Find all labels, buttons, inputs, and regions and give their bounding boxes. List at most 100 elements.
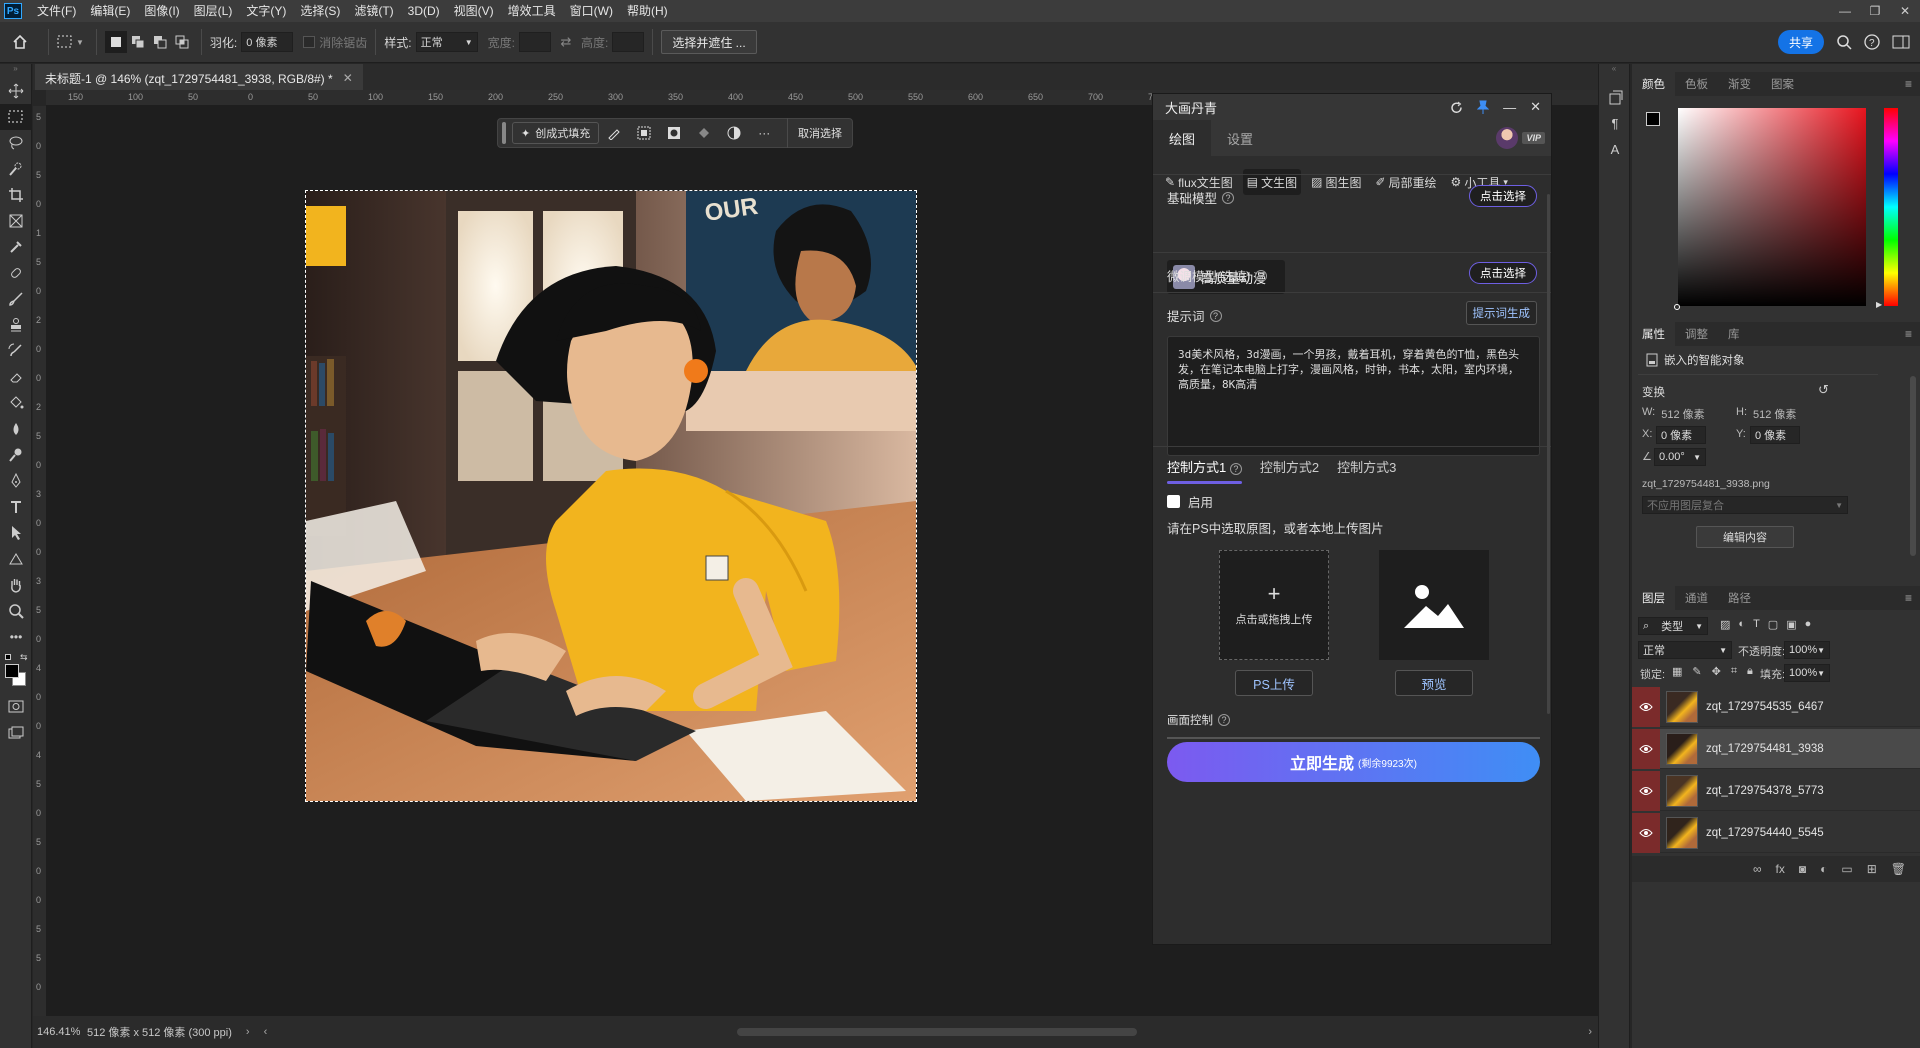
zoom-level[interactable]: 146.41% — [37, 1026, 81, 1038]
character-panel-icon[interactable]: A — [1599, 136, 1631, 162]
filter-adjustment-icon[interactable]: ◐ — [1738, 618, 1745, 631]
pen-tool-icon[interactable] — [0, 468, 32, 494]
panel-menu-icon[interactable]: ≡ — [1905, 77, 1912, 91]
foreground-swatch[interactable] — [1646, 112, 1660, 126]
eraser-tool-icon[interactable] — [0, 364, 32, 390]
healing-brush-tool-icon[interactable] — [0, 260, 32, 286]
modify-selection-icon[interactable] — [599, 126, 629, 140]
adjustment-layer-icon[interactable] — [719, 126, 749, 140]
visibility-eye-icon[interactable] — [1632, 770, 1660, 811]
history-panel-icon[interactable] — [1599, 84, 1631, 110]
angle-input[interactable]: 0.00° ▼ — [1654, 448, 1706, 466]
crop-tool-icon[interactable] — [0, 182, 32, 208]
default-colors-icon[interactable] — [5, 654, 11, 660]
help-icon[interactable]: ? — [1218, 714, 1230, 726]
ps-upload-button[interactable]: PS上传 — [1235, 670, 1313, 696]
menu-filter[interactable]: 滤镜(T) — [347, 0, 400, 22]
width-input[interactable] — [518, 32, 551, 52]
layer-style-icon[interactable]: fx — [1776, 862, 1785, 876]
blur-tool-icon[interactable] — [0, 416, 32, 442]
filter-smart-object-icon[interactable]: ▣ — [1786, 618, 1796, 631]
close-icon[interactable]: ✕ — [1890, 4, 1920, 18]
visibility-eye-icon[interactable] — [1632, 728, 1660, 769]
quick-select-tool-icon[interactable] — [0, 156, 32, 182]
swap-icon[interactable]: ⇄ — [551, 34, 581, 50]
scroll-right-icon[interactable]: › — [1588, 1026, 1592, 1038]
workspace-icon[interactable] — [1892, 35, 1910, 49]
help-icon[interactable]: ? — [1864, 34, 1880, 50]
adjustment-layer-icon[interactable]: ◐ — [1820, 862, 1827, 876]
edit-contents-button[interactable]: 编辑内容 — [1696, 526, 1794, 548]
generative-fill-button[interactable]: ✦ 创成式填充 — [512, 122, 600, 144]
fill-selection-icon[interactable] — [689, 126, 719, 140]
menu-help[interactable]: 帮助(H) — [620, 0, 675, 22]
clone-stamp-tool-icon[interactable] — [0, 312, 32, 338]
new-layer-icon[interactable]: ⊞ — [1867, 862, 1877, 876]
menu-edit[interactable]: 编辑(E) — [83, 0, 137, 22]
marquee-tool-preset-icon[interactable]: ▼ — [57, 35, 84, 49]
menu-type[interactable]: 文字(Y) — [239, 0, 293, 22]
paint-bucket-tool-icon[interactable] — [0, 390, 32, 416]
menu-layer[interactable]: 图层(L) — [187, 0, 240, 22]
new-group-icon[interactable]: ▭ — [1841, 862, 1852, 876]
chevron-right-icon[interactable]: › — [246, 1026, 250, 1038]
add-mask-icon[interactable]: ◙ — [1799, 862, 1806, 876]
fill-input[interactable]: 100% ▼ — [1784, 664, 1830, 682]
base-model-select-button[interactable]: 点击选择 — [1469, 185, 1537, 207]
menu-select[interactable]: 选择(S) — [293, 0, 347, 22]
shape-tool-icon[interactable] — [0, 546, 32, 572]
add-selection-icon[interactable] — [127, 35, 149, 49]
subtract-selection-icon[interactable] — [149, 35, 171, 49]
visibility-eye-icon[interactable] — [1632, 686, 1660, 727]
upload-dropzone[interactable]: + 点击或拖拽上传 — [1219, 550, 1329, 660]
select-and-mask-button[interactable]: 选择并遮住 ... — [661, 30, 757, 54]
lock-all-icon[interactable]: 🔒︎ — [1747, 665, 1753, 678]
blend-mode-select[interactable]: 正常 ▼ — [1638, 641, 1732, 659]
control-tab-1[interactable]: 控制方式1 ? — [1167, 457, 1242, 484]
drag-handle[interactable] — [502, 122, 506, 144]
type-tool-icon[interactable] — [0, 494, 32, 520]
reset-transform-icon[interactable]: ↺ — [1818, 382, 1829, 398]
refresh-icon[interactable] — [1450, 101, 1463, 114]
swap-colors-icon[interactable]: ⇆ — [20, 652, 28, 663]
path-select-tool-icon[interactable] — [0, 520, 32, 546]
more-options-icon[interactable]: ··· — [749, 126, 779, 140]
frame-tool-icon[interactable] — [0, 208, 32, 234]
screen-mode-icon[interactable] — [0, 720, 32, 746]
visibility-eye-icon[interactable] — [1632, 812, 1660, 853]
menu-window[interactable]: 窗口(W) — [563, 0, 620, 22]
finetune-select-button[interactable]: 点击选择 — [1469, 262, 1537, 284]
filter-type-icon[interactable]: T — [1753, 618, 1760, 631]
scroll-left-icon[interactable]: ‹ — [264, 1026, 268, 1038]
paragraph-panel-icon[interactable]: ¶ — [1599, 110, 1631, 136]
help-icon[interactable]: ? — [1209, 309, 1222, 322]
move-tool-icon[interactable] — [0, 78, 32, 104]
tab-draw[interactable]: 绘图 — [1153, 120, 1212, 156]
lock-transparent-icon[interactable]: ▦ — [1672, 665, 1682, 678]
menu-file[interactable]: 文件(F) — [30, 0, 83, 22]
height-input[interactable] — [612, 32, 645, 52]
help-icon[interactable]: ? — [1222, 191, 1235, 204]
minimize-panel-icon[interactable]: — — [1503, 100, 1516, 115]
home-icon[interactable] — [0, 34, 40, 50]
invert-selection-icon[interactable] — [629, 126, 659, 140]
dodge-tool-icon[interactable] — [0, 442, 32, 468]
menu-plugins[interactable]: 增效工具 — [501, 0, 563, 22]
intersect-selection-icon[interactable] — [171, 35, 193, 49]
layer-filter-select[interactable]: ⌕ 类型 ▼ — [1638, 617, 1708, 635]
user-avatar[interactable] — [1496, 127, 1519, 149]
tab-swatches[interactable]: 色板 — [1675, 72, 1718, 96]
w-value[interactable]: 512 像素 — [1661, 406, 1704, 422]
lock-position-icon[interactable]: ✥ — [1712, 665, 1721, 678]
deselect-button[interactable]: 取消选择 — [787, 118, 852, 148]
tab-layers[interactable]: 图层 — [1632, 586, 1675, 610]
tab-settings[interactable]: 设置 — [1211, 120, 1269, 156]
brush-tool-icon[interactable] — [0, 286, 32, 312]
layer-comp-select[interactable]: 不应用图层复合 ▼ — [1642, 496, 1848, 514]
more-tools-icon[interactable]: ••• — [0, 624, 32, 650]
horizontal-scrollbar[interactable] — [737, 1028, 1138, 1036]
color-picker-cursor[interactable] — [1674, 304, 1680, 310]
hand-tool-icon[interactable] — [0, 572, 32, 598]
delete-layer-icon[interactable]: 🗑︎ — [1891, 862, 1906, 876]
document-tab[interactable]: 未标题-1 @ 146% (zqt_1729754481_3938, RGB/8… — [35, 64, 363, 90]
